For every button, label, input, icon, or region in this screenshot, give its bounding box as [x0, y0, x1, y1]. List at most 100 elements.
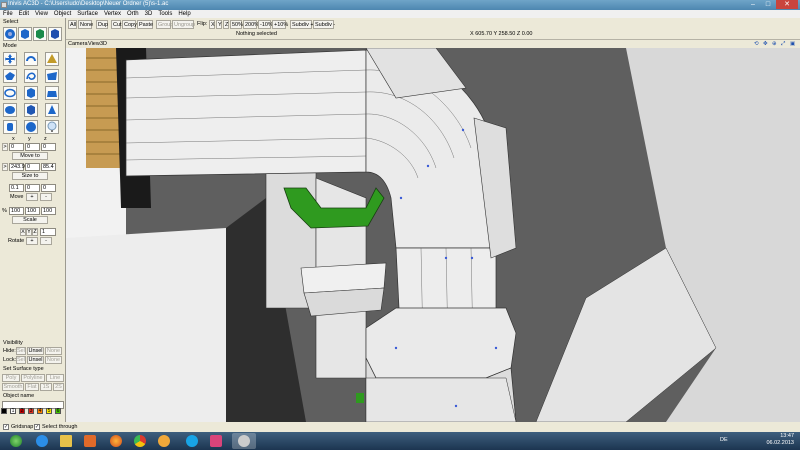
- viewport-3d-menu[interactable]: 3D: [100, 40, 107, 48]
- surface-flat-button[interactable]: Flat: [25, 383, 39, 391]
- poly-tool-icon[interactable]: [3, 69, 17, 83]
- select-group-icon[interactable]: [33, 27, 47, 41]
- cone-tool-icon[interactable]: [45, 103, 59, 117]
- select-vertex-icon[interactable]: [3, 27, 17, 41]
- palette-swatch-6[interactable]: 6: [55, 408, 61, 414]
- flip-z-button[interactable]: Z: [223, 20, 229, 29]
- viewport-view-menu[interactable]: View: [88, 40, 100, 48]
- mesh-tool-icon[interactable]: [24, 103, 38, 117]
- copy-button[interactable]: Copy: [122, 20, 137, 29]
- rotate-plus-button[interactable]: +: [26, 237, 38, 245]
- move-plus-button[interactable]: +: [26, 193, 38, 201]
- flip-x-button[interactable]: X: [209, 20, 215, 29]
- surface-line-button[interactable]: Line: [46, 374, 64, 382]
- circle-tool-icon[interactable]: [3, 86, 17, 100]
- move-to-button[interactable]: Move to: [12, 152, 48, 160]
- minimize-button[interactable]: –: [746, 0, 760, 9]
- 3d-viewport[interactable]: [66, 48, 800, 422]
- size-z-field[interactable]: 85.4: [41, 163, 56, 171]
- zoom-view-icon[interactable]: ⊕: [772, 40, 777, 48]
- select-none-button[interactable]: None: [78, 20, 93, 29]
- box-tool-icon[interactable]: [45, 86, 59, 100]
- menu-orth[interactable]: Orth: [124, 10, 142, 18]
- select-object-icon[interactable]: [18, 27, 32, 41]
- move-y-field[interactable]: 0: [25, 143, 40, 151]
- cut-button[interactable]: Cut: [111, 20, 122, 29]
- lock-sel-button[interactable]: Sel: [16, 356, 26, 364]
- duplicate-button[interactable]: Dup: [96, 20, 108, 29]
- palette-swatch-4[interactable]: 4: [37, 408, 43, 414]
- reset-view-icon[interactable]: ⤢: [781, 40, 785, 48]
- menu-object[interactable]: Object: [51, 10, 74, 18]
- menu-file[interactable]: File: [0, 10, 16, 18]
- move-step-x-field[interactable]: 0.1: [9, 184, 24, 192]
- size-x-field[interactable]: 243.9: [9, 163, 25, 171]
- rotate-view-icon[interactable]: ⟲: [754, 40, 759, 48]
- image-viewer-icon[interactable]: [204, 433, 228, 449]
- lock-unsel-button[interactable]: Unsel: [27, 356, 44, 364]
- menu-tools[interactable]: Tools: [155, 10, 175, 18]
- group-button[interactable]: Group: [156, 20, 173, 29]
- internet-explorer-icon[interactable]: [30, 433, 54, 449]
- maximize-button[interactable]: □: [761, 0, 775, 9]
- viewport-camera-menu[interactable]: Camera: [68, 40, 88, 48]
- extrude-tool-icon[interactable]: [45, 52, 59, 66]
- cube-tool-icon[interactable]: [24, 86, 38, 100]
- select-through-checkbox[interactable]: ✓: [34, 424, 40, 430]
- move-step-z-field[interactable]: 0: [41, 184, 56, 192]
- palette-swatch-3[interactable]: 3: [28, 408, 34, 414]
- paint-icon[interactable]: [152, 433, 176, 449]
- clock[interactable]: 13:47 06.02.2013: [766, 433, 794, 447]
- scale-z-field[interactable]: 100: [41, 207, 56, 215]
- rotate-minus-button[interactable]: -: [40, 237, 52, 245]
- hide-none-button[interactable]: None: [45, 347, 62, 355]
- zoom-plus10-button[interactable]: +10%: [272, 20, 288, 29]
- media-player-icon[interactable]: [78, 433, 102, 449]
- move-minus-button[interactable]: -: [40, 193, 52, 201]
- flip-y-button[interactable]: Y: [216, 20, 222, 29]
- surface-poly-button[interactable]: Poly: [2, 374, 20, 382]
- menu-help[interactable]: Help: [175, 10, 193, 18]
- menu-vertex[interactable]: Vertex: [101, 10, 124, 18]
- start-button[interactable]: [4, 433, 28, 449]
- firefox-icon[interactable]: [104, 433, 128, 449]
- menu-view[interactable]: View: [32, 10, 51, 18]
- skype-icon[interactable]: [180, 433, 204, 449]
- cylinder-tool-icon[interactable]: [3, 120, 17, 134]
- hide-unsel-button[interactable]: Unsel: [27, 347, 44, 355]
- palette-swatch-2[interactable]: 2: [19, 408, 25, 414]
- scale-x-field[interactable]: 100: [9, 207, 24, 215]
- menu-edit[interactable]: Edit: [16, 10, 32, 18]
- expand-move-button[interactable]: >: [2, 143, 8, 151]
- gridsnap-checkbox[interactable]: ✓: [3, 424, 9, 430]
- chrome-icon[interactable]: [128, 433, 152, 449]
- scale-y-field[interactable]: 100: [25, 207, 40, 215]
- palette-swatch-1[interactable]: 1: [10, 408, 16, 414]
- select-surface-icon[interactable]: [48, 27, 62, 41]
- hide-sel-button[interactable]: Sel: [16, 347, 26, 355]
- zoom-minus10-button[interactable]: -10%: [258, 20, 273, 29]
- surface-smooth-button[interactable]: Smooth: [2, 383, 24, 391]
- palette-swatch-5[interactable]: 5: [46, 408, 52, 414]
- surface-1s-button[interactable]: 1S: [40, 383, 52, 391]
- surface-2s-button[interactable]: 2S: [53, 383, 64, 391]
- expand-size-button[interactable]: >: [2, 163, 8, 171]
- file-explorer-icon[interactable]: [54, 433, 78, 449]
- light-tool-icon[interactable]: [45, 120, 59, 134]
- close-button[interactable]: ✕: [776, 0, 798, 9]
- zoom-200-button[interactable]: 200%: [243, 20, 259, 29]
- disc-tool-icon[interactable]: [3, 103, 17, 117]
- lock-none-button[interactable]: None: [45, 356, 62, 364]
- size-to-button[interactable]: Size to: [12, 172, 48, 180]
- subdiv-minus-button[interactable]: Subdiv -: [313, 20, 335, 29]
- ungroup-button[interactable]: Ungroup: [172, 20, 195, 29]
- move-step-y-field[interactable]: 0: [25, 184, 40, 192]
- surface-polyline-button[interactable]: Polyline: [21, 374, 45, 382]
- ac3d-taskbar-icon[interactable]: [232, 433, 256, 449]
- zoom-50-button[interactable]: 50%: [230, 20, 243, 29]
- palette-swatch-0[interactable]: [1, 408, 7, 414]
- move-x-field[interactable]: 0: [9, 143, 24, 151]
- rotate-axis-z-toggle[interactable]: Z: [32, 228, 38, 236]
- size-y-field[interactable]: 0: [25, 163, 40, 171]
- maximize-view-icon[interactable]: ▣: [790, 40, 795, 48]
